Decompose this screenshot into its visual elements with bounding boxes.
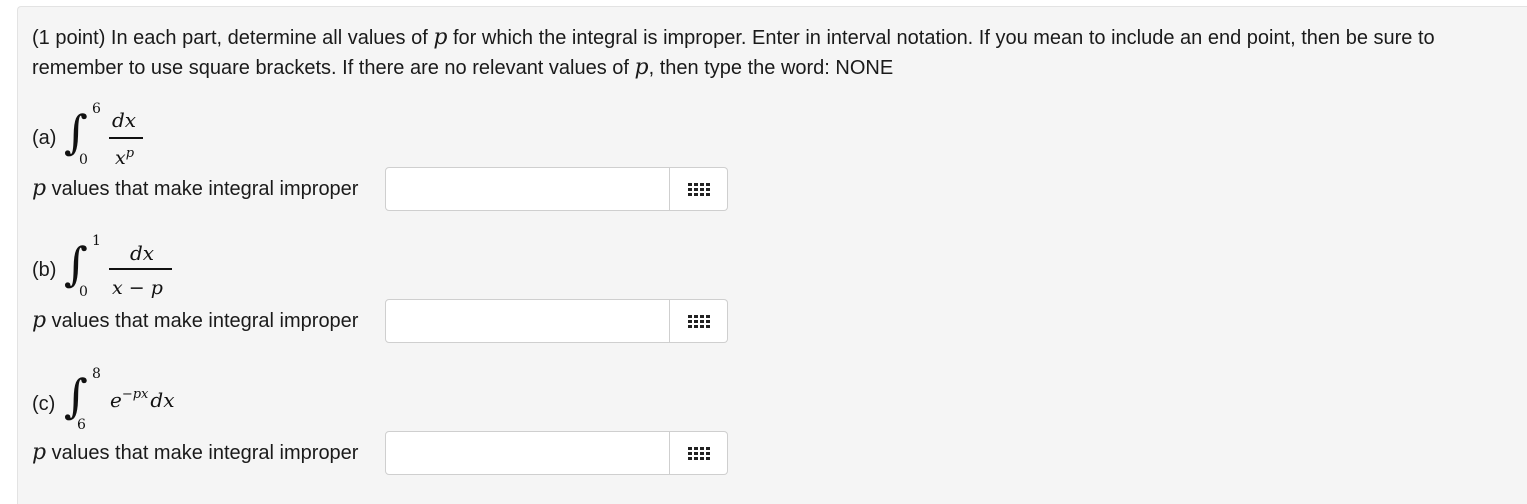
integral-sign: ∫: [64, 369, 88, 423]
integral-sign: ∫: [64, 105, 88, 159]
prompt-text: values that make integral improper: [46, 310, 359, 332]
fraction-bar: [109, 268, 172, 270]
grid-icon: [687, 446, 710, 460]
answer-input-b[interactable]: [385, 299, 670, 343]
lower-limit: 0: [79, 284, 88, 300]
var-p: p: [32, 440, 47, 465]
prompt-label: p values that make integral improper: [32, 309, 358, 333]
prompt-text: values that make integral improper: [46, 442, 359, 464]
answer-input-c[interactable]: [385, 431, 670, 475]
prompt-text: values that make integral improper: [46, 178, 359, 200]
grid-icon: [687, 182, 710, 196]
var-p: p: [32, 176, 47, 201]
part-label: (a): [32, 127, 57, 149]
denominator-base: x: [115, 147, 126, 169]
fraction-numerator: dx: [112, 108, 137, 132]
upper-limit: 6: [92, 101, 101, 117]
grid-icon: [687, 314, 710, 328]
equation-editor-button-c[interactable]: [670, 431, 728, 475]
problem-panel: (1 point) In each part, determine all va…: [17, 6, 1527, 504]
integrand: e−px dx: [110, 387, 174, 412]
problem-statement: (1 point) In each part, determine all va…: [32, 23, 1522, 83]
fraction-denominator: x − p: [112, 277, 163, 299]
denominator-exponent: p: [125, 146, 135, 161]
answer-input-a[interactable]: [385, 167, 670, 211]
prompt-label: p values that make integral improper: [32, 177, 358, 201]
lower-limit: 0: [79, 152, 88, 168]
intro-text-1: (1 point) In each part, determine all va…: [32, 27, 434, 49]
var-p: p: [433, 25, 448, 50]
fraction-numerator: dx: [130, 241, 155, 265]
part-label: (c): [32, 393, 56, 415]
integral-sign: ∫: [64, 237, 88, 291]
intro-text-3: , then type the word: NONE: [648, 57, 894, 79]
fraction-denominator: xp: [115, 146, 134, 169]
integrand-differential: dx: [150, 388, 175, 412]
var-p: p: [32, 308, 47, 333]
lower-limit: 6: [77, 417, 86, 433]
fraction-bar: [109, 137, 143, 139]
part-label: (b): [32, 259, 57, 281]
prompt-label: p values that make integral improper: [32, 441, 358, 465]
upper-limit: 8: [92, 366, 101, 382]
upper-limit: 1: [92, 233, 101, 249]
integrand-exponent: −px: [121, 387, 149, 402]
integrand-base: e: [110, 388, 122, 412]
var-p: p: [634, 55, 649, 80]
equation-editor-button-a[interactable]: [670, 167, 728, 211]
equation-editor-button-b[interactable]: [670, 299, 728, 343]
